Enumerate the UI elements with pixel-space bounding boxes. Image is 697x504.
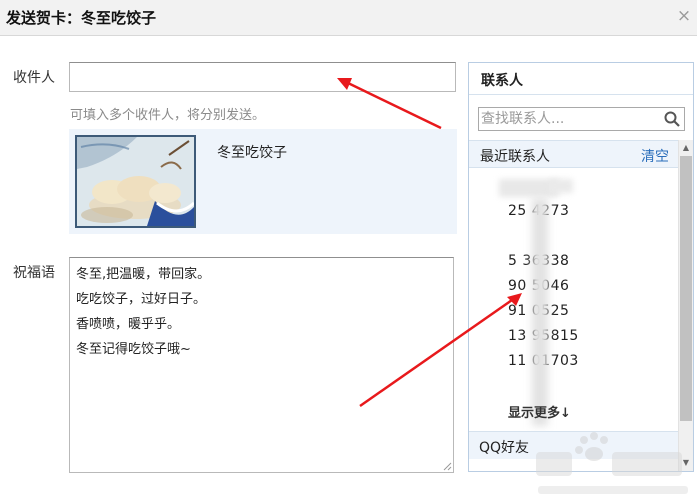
scroll-up-icon[interactable]: ▲ [679,141,693,155]
resize-grip-icon[interactable] [443,462,452,471]
scroll-thumb[interactable] [680,156,692,421]
greeting-textarea[interactable]: 冬至,把温暖，带回家。 吃吃饺子，过好日子。 香喷喷，暖乎乎。 冬至记得吃饺子哦… [69,257,454,473]
contact-search-box [478,107,685,131]
recent-contacts-header[interactable]: 最近联系人 清空 [469,140,693,168]
recipient-input[interactable] [69,62,456,92]
greeting-line: 吃吃饺子，过好日子。 [76,292,207,307]
qq-friends-label: QQ好友 [479,440,530,456]
card-thumbnail[interactable] [75,135,196,228]
contacts-scrollbar[interactable]: ▲ ▼ [678,140,693,471]
redaction-blur [532,198,548,426]
contacts-title: 联系人 [481,73,523,89]
dumpling-illustration [77,137,194,226]
recent-contacts-label: 最近联系人 [480,149,550,165]
title-bar: 发送贺卡：冬至吃饺子 × [0,0,697,36]
show-more-link[interactable]: 显示更多↓ [508,402,571,421]
greeting-label: 祝福语 [13,265,55,281]
search-icon[interactable] [663,110,681,128]
close-icon[interactable]: × [674,6,694,26]
window-title: 发送贺卡：冬至吃饺子 [6,9,157,27]
contacts-panel: 联系人 最近联系人 清空 25 4273 5 36338 90 5046 91 … [468,62,694,472]
card-preview: 冬至吃饺子 [69,129,457,234]
clear-recent-link[interactable]: 清空 [641,146,669,166]
greeting-line: 冬至,把温暖，带回家。 [76,267,211,282]
contacts-header: 联系人 [469,63,693,95]
recipient-label: 收件人 [13,70,55,86]
redaction-blur [549,179,573,193]
contact-search-input[interactable] [481,109,659,129]
recipient-hint: 可填入多个收件人，将分别发送。 [70,108,266,123]
qq-friends-header[interactable]: QQ好友 [469,431,679,459]
greeting-line: 香喷喷，暖乎乎。 [76,317,181,332]
scroll-down-icon[interactable]: ▼ [679,456,693,470]
card-name: 冬至吃饺子 [217,145,287,161]
greeting-line: 冬至记得吃饺子哦~ [76,342,191,357]
